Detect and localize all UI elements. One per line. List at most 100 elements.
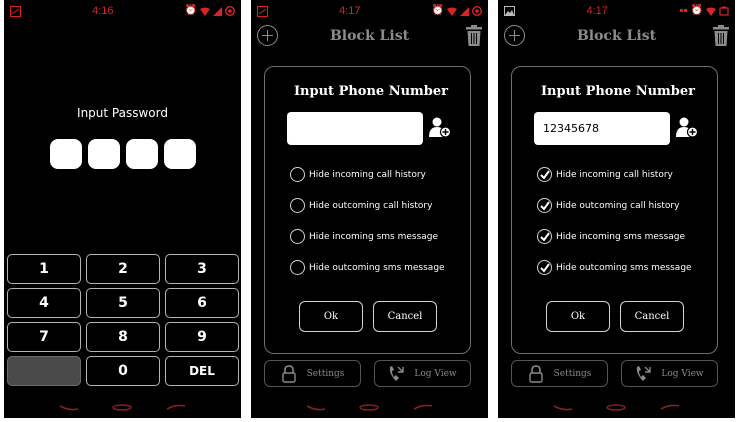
option-checkbox[interactable] [290,167,305,182]
key-7[interactable]: 7 [7,322,81,352]
nav-bar [498,402,735,412]
page-title: Block List [329,28,410,44]
key-9[interactable]: 9 [165,322,239,352]
option-checkbox[interactable] [537,198,552,213]
settings-button[interactable]: Settings [511,360,608,387]
lock-screen: 4:16 ⏰ Input Password 1 2 3 4 5 6 7 8 9 … [4,0,241,418]
recent-apps-icon[interactable] [166,404,186,411]
block-list-screen-filled: 4:17 ▪▪ ⏰ Block List Input Phone Number … [498,0,735,418]
option-hide-incoming-call[interactable]: Hide incoming call history [537,167,673,182]
dialog-title: Input Phone Number [540,84,696,99]
log-view-button[interactable]: Log View [621,360,718,387]
password-digit-slot [87,139,120,169]
option-hide-incoming-sms[interactable]: Hide incoming sms message [290,229,438,244]
key-8[interactable]: 8 [86,322,160,352]
notification-icon [10,5,21,17]
password-digit-slot [125,139,158,169]
dialog-title: Input Phone Number [293,84,449,99]
wifi-icon [200,7,210,16]
option-label: Hide outcoming call history [556,200,680,211]
recent-apps-icon[interactable] [660,404,680,411]
recent-apps-icon[interactable] [413,404,433,411]
key-0[interactable]: 0 [86,356,160,386]
nav-bar [4,402,241,412]
cancel-button[interactable]: Cancel [373,301,437,332]
key-delete[interactable]: DEL [165,356,239,386]
option-label: Hide incoming call history [556,169,673,180]
add-contact-icon[interactable] [429,116,451,138]
status-time: 4:17 [586,5,608,17]
app-header: Block List [251,22,488,50]
option-label: Hide outcoming sms message [309,262,445,273]
phone-number-input[interactable]: 12345678 [534,112,670,145]
back-icon[interactable] [553,404,573,411]
option-label: Hide incoming sms message [309,231,439,242]
alarm-icon: ⏰ [690,5,703,16]
block-list-screen-empty: 4:17 ⏰ Block List Input Phone Number Hid… [251,0,488,418]
log-view-label: Log View [661,368,704,379]
option-label: Hide outcoming call history [309,200,433,211]
add-contact-icon[interactable] [676,116,698,138]
key-2[interactable]: 2 [86,254,160,284]
key-1[interactable]: 1 [7,254,81,284]
app-header: Block List [498,22,735,50]
numeric-keypad: 1 2 3 4 5 6 7 8 9 0 DEL [7,254,239,386]
log-view-button[interactable]: Log View [374,360,471,387]
option-hide-incoming-sms[interactable]: Hide incoming sms message [537,229,685,244]
option-checkbox[interactable] [537,167,552,182]
wifi-icon [705,7,716,16]
key-5[interactable]: 5 [86,288,160,318]
alarm-icon: ⏰ [184,5,197,16]
option-label: Hide incoming call history [309,169,426,180]
back-icon[interactable] [306,404,326,411]
nav-bar [251,402,488,412]
trash-icon[interactable] [712,25,730,47]
status-bar: 4:17 ⏰ [251,0,488,22]
home-icon[interactable] [112,403,133,411]
key-6[interactable]: 6 [165,288,239,318]
signal-icon [213,6,222,16]
settings-button[interactable]: Settings [264,360,361,387]
signal-icon [460,6,469,16]
ok-button[interactable]: Ok [546,301,610,332]
option-hide-outcoming-call[interactable]: Hide outcoming call history [290,198,432,213]
key-3[interactable]: 3 [165,254,239,284]
battery-icon [719,6,729,16]
option-checkbox[interactable] [290,198,305,213]
notification-icon [257,5,268,17]
status-time: 4:17 [339,5,361,17]
home-icon[interactable] [359,403,380,411]
password-dots [4,139,241,169]
wifi-icon [447,7,457,16]
option-hide-incoming-call[interactable]: Hide incoming call history [290,167,426,182]
password-digit-slot [163,139,196,169]
option-checkbox[interactable] [537,260,552,275]
back-icon[interactable] [59,404,79,411]
lock-icon [528,364,543,383]
key-blank [7,356,81,386]
phone-number-dialog: Input Phone Number 12345678 Hide incomin… [520,72,716,344]
ok-button[interactable]: Ok [299,301,363,332]
option-checkbox[interactable] [537,229,552,244]
option-label: Hide incoming sms message [556,231,686,242]
option-checkbox[interactable] [290,260,305,275]
settings-label: Settings [553,368,592,379]
option-hide-outcoming-sms[interactable]: Hide outcoming sms message [537,260,692,275]
status-bar: 4:17 ▪▪ ⏰ [498,0,735,22]
option-label: Hide outcoming sms message [556,262,692,273]
key-4[interactable]: 4 [7,288,81,318]
option-checkbox[interactable] [290,229,305,244]
password-prompt: Input Password [77,106,168,120]
page-title: Block List [576,28,657,44]
alarm-icon: ⏰ [431,5,444,16]
phone-number-input[interactable] [287,112,423,145]
option-hide-outcoming-sms[interactable]: Hide outcoming sms message [290,260,445,275]
add-icon[interactable] [504,25,525,46]
status-bar: 4:16 ⏰ [4,0,241,22]
cancel-button[interactable]: Cancel [620,301,684,332]
image-notification-icon [504,6,515,16]
home-icon[interactable] [606,403,627,411]
add-icon[interactable] [257,25,278,46]
trash-icon[interactable] [465,25,483,47]
option-hide-outcoming-call[interactable]: Hide outcoming call history [537,198,679,213]
